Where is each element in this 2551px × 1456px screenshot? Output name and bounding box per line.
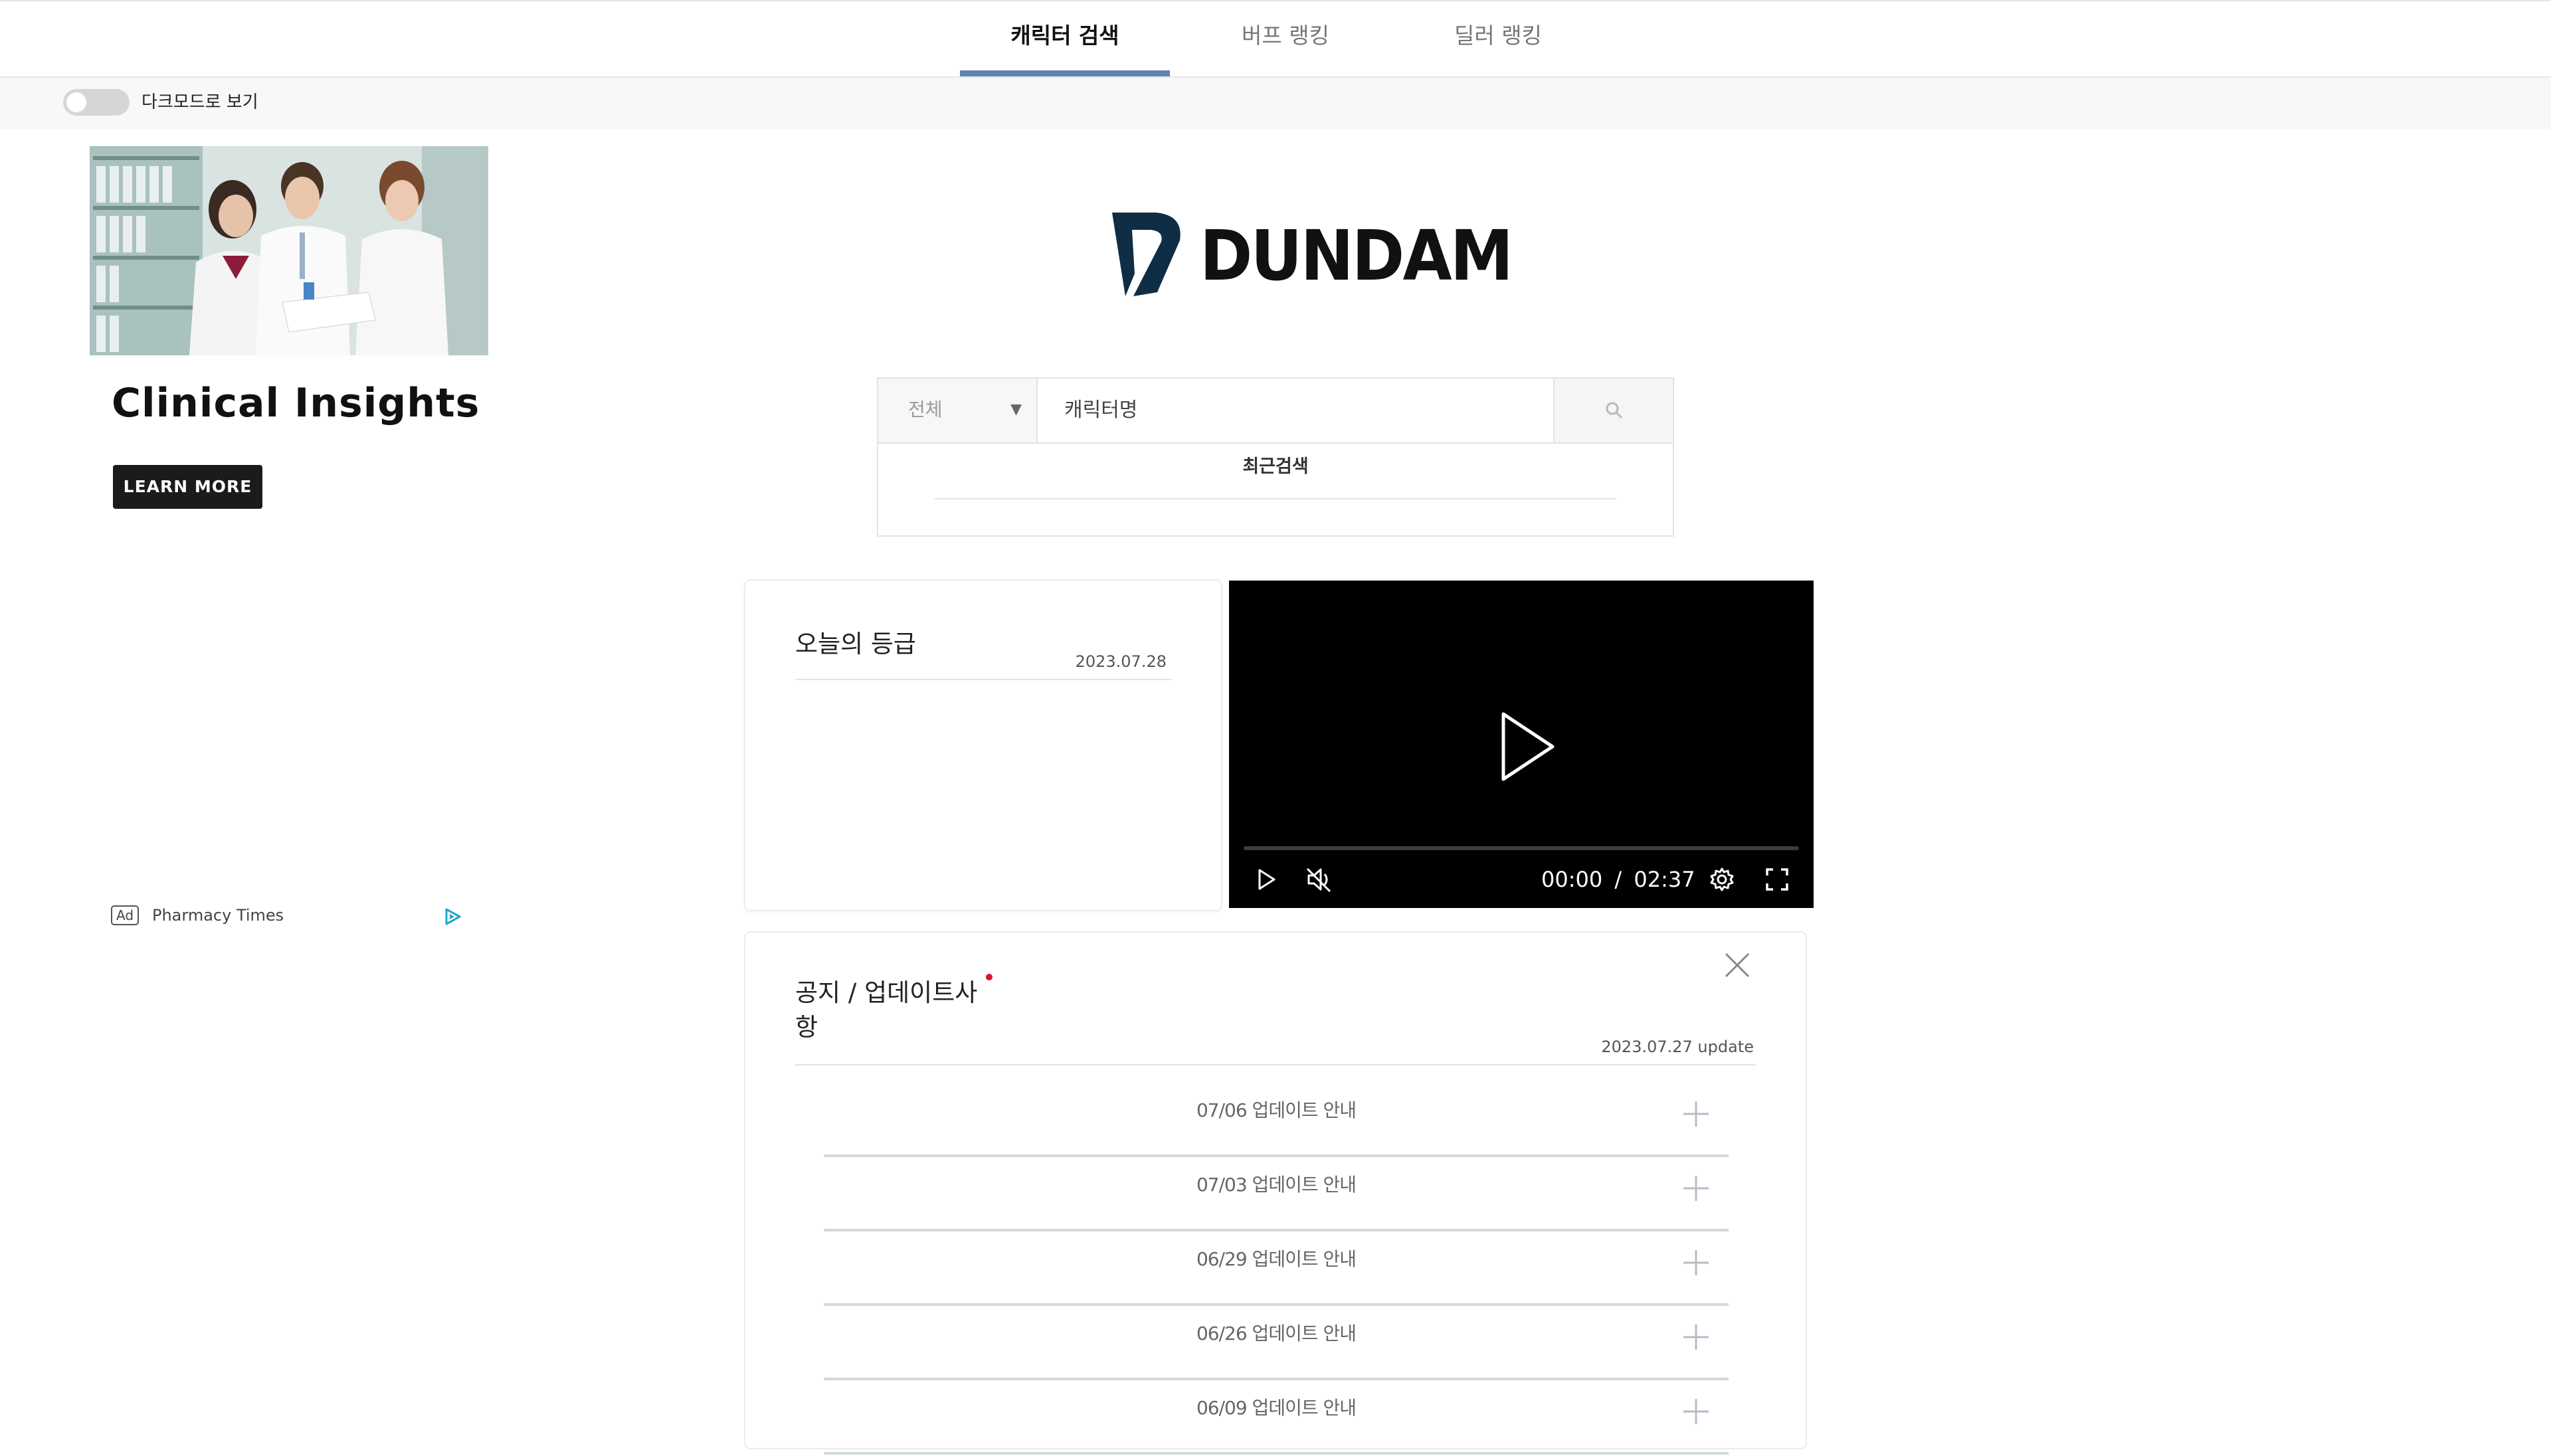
video-time: 00:00 / 02:37: [1541, 865, 1695, 894]
video-time-current: 00:00: [1541, 867, 1603, 892]
notice-item[interactable]: 06/09 업데이트 안내: [824, 1382, 1729, 1455]
plus-icon[interactable]: [1682, 1249, 1710, 1277]
new-badge-dot: [986, 974, 992, 980]
notice-list: 07/06 업데이트 안내 07/03 업데이트 안내 06/29 업데이트 안…: [824, 1084, 1729, 1456]
plus-icon[interactable]: [1682, 1323, 1710, 1351]
tab-dealer-ranking[interactable]: 딜러 랭킹: [1395, 1, 1601, 76]
notice-item[interactable]: 07/06 업데이트 안내: [824, 1084, 1729, 1157]
ad-footer: Ad Pharmacy Times: [111, 903, 463, 930]
divider: [935, 498, 1616, 500]
tab-buff-ranking[interactable]: 버프 랭킹: [1182, 1, 1388, 76]
notice-title: 공지 / 업데이트사항: [795, 978, 978, 1042]
ad-learn-more-button[interactable]: LEARN MORE: [113, 465, 262, 509]
dark-mode-toggle[interactable]: [63, 89, 130, 116]
search-icon: [1606, 402, 1623, 419]
tab-character-search[interactable]: 캐릭터 검색: [960, 1, 1170, 76]
search-box: 전체 ▼ 최근검색: [877, 377, 1674, 537]
search-input[interactable]: [1038, 379, 1503, 441]
notice-item-label: 06/09 업데이트 안내: [1196, 1397, 1357, 1419]
dark-mode-label: 다크모드로 보기: [142, 92, 258, 112]
logo-mark-icon: [1112, 213, 1181, 296]
mute-icon[interactable]: [1303, 865, 1335, 894]
dundam-logo[interactable]: DUNDAM: [1109, 207, 1513, 300]
sidebar-ad: Clinical Insights LEARN MORE Ad Pharmacy…: [90, 146, 488, 943]
ad-title[interactable]: Clinical Insights: [112, 380, 480, 426]
plus-icon[interactable]: [1682, 1100, 1710, 1128]
ad-badge: Ad: [111, 905, 140, 925]
search-button[interactable]: [1553, 379, 1673, 442]
search-category-value: 전체: [908, 399, 943, 420]
logo-text: DUNDAM: [1200, 215, 1513, 296]
divider: [795, 1064, 1756, 1065]
top-nav: 캐릭터 검색 버프 랭킹 딜러 랭킹: [0, 0, 2551, 78]
video-player[interactable]: 00:00 / 02:37: [1229, 581, 1814, 908]
notice-item-label: 07/06 업데이트 안내: [1196, 1099, 1357, 1121]
notice-date: 2023.07.27 update: [1601, 1038, 1754, 1056]
chevron-down-icon: ▼: [1010, 401, 1022, 418]
notice-item-label: 06/29 업데이트 안내: [1196, 1248, 1357, 1270]
toggle-knob: [66, 92, 86, 112]
today-grade-card: 오늘의 등급 2023.07.28: [744, 579, 1222, 911]
notice-item[interactable]: 06/26 업데이트 안내: [824, 1307, 1729, 1380]
fullscreen-icon[interactable]: [1764, 866, 1790, 893]
recent-search-label: 최근검색: [1242, 456, 1309, 477]
today-grade-date: 2023.07.28: [1075, 652, 1167, 671]
dark-mode-bar: 다크모드로 보기: [0, 78, 2551, 130]
ad-image[interactable]: [90, 146, 488, 355]
video-time-separator: /: [1614, 867, 1622, 892]
video-time-total: 02:37: [1634, 867, 1695, 892]
notice-item[interactable]: 07/03 업데이트 안내: [824, 1158, 1729, 1231]
divider: [878, 442, 1673, 444]
gear-icon[interactable]: [1709, 866, 1735, 893]
notice-item-label: 06/26 업데이트 안내: [1196, 1322, 1357, 1344]
close-icon[interactable]: [1723, 951, 1751, 979]
play-icon[interactable]: [1252, 865, 1281, 894]
adchoices-icon[interactable]: [443, 907, 463, 926]
search-category-select[interactable]: 전체 ▼: [878, 379, 1038, 442]
ad-sponsor[interactable]: Pharmacy Times: [152, 903, 284, 927]
notice-item-label: 07/03 업데이트 안내: [1196, 1174, 1357, 1196]
divider: [795, 679, 1171, 680]
plus-icon[interactable]: [1682, 1398, 1710, 1425]
video-progress-bar[interactable]: [1244, 846, 1799, 850]
notice-card: 공지 / 업데이트사항 2023.07.27 update 07/06 업데이트…: [744, 931, 1807, 1455]
notice-item[interactable]: 06/29 업데이트 안내: [824, 1233, 1729, 1306]
plus-icon[interactable]: [1682, 1174, 1710, 1202]
today-grade-title: 오늘의 등급: [795, 630, 916, 658]
play-icon[interactable]: [1498, 710, 1558, 783]
